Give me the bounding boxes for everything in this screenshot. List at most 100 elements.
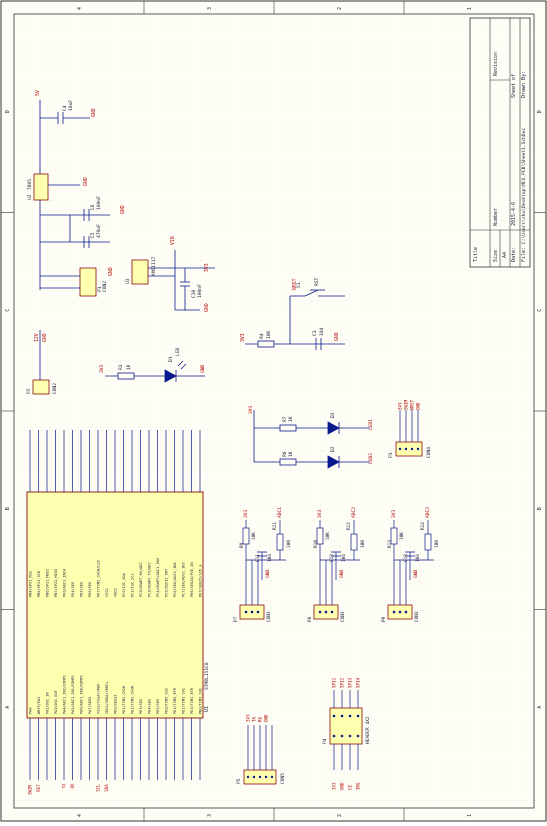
- series-designator: R12: [346, 522, 352, 530]
- mcu-bottom-pin-label: PD1/TIM3_ETR: [173, 687, 177, 714]
- c5-value: 470uF: [96, 224, 102, 238]
- p5-pin: [252, 775, 256, 779]
- p4-top-net-label: SPI4: [356, 677, 361, 688]
- r8-value: 1K: [288, 451, 294, 457]
- d1-designator: D1: [168, 356, 174, 362]
- series-resistor: [276, 533, 284, 551]
- revision-label: Revision: [493, 52, 499, 76]
- p5-pin: [258, 775, 262, 779]
- d3-designator: D3: [330, 412, 336, 418]
- p4-bottom-net-label: IRQ: [356, 782, 361, 790]
- cap-value: 104: [341, 554, 347, 562]
- p4-pin: [356, 734, 360, 738]
- zone-bottom-3: 3: [207, 814, 213, 817]
- p5-net-label: GND: [264, 714, 269, 722]
- sensor-vcc-net: 3V3: [391, 509, 397, 518]
- pullup-designator: R9: [239, 542, 245, 548]
- mcu-bottom-pin-label: PA0: [29, 708, 33, 715]
- net-rst-top: NRST: [292, 278, 298, 290]
- connector-pin: [250, 610, 254, 614]
- connector-designator: P9: [381, 616, 387, 622]
- mcu-bottom-pin-label: PD2/TIM1_CH1: [182, 688, 186, 714]
- d1-label: LED: [175, 347, 181, 356]
- mcu-top-pin-label: PC0/I2C_SDA: [122, 572, 126, 597]
- d2-designator: D2: [330, 446, 336, 452]
- cap-designator: C12: [329, 554, 335, 562]
- zone-left-D: D: [5, 110, 11, 113]
- c1-value: 104: [319, 327, 325, 336]
- connector-part: CON3: [266, 611, 272, 622]
- connector-pin: [256, 610, 260, 614]
- zone-bottom-2: 2: [337, 814, 343, 817]
- u2-designator: U2: [27, 194, 33, 200]
- p4-pin: [356, 714, 360, 718]
- r4-designator: R4: [259, 333, 265, 339]
- mcu-top-pin-label: PD7/TIM1_CH1N/LCD: [97, 560, 101, 597]
- net-gnd-c4: GND: [91, 108, 97, 117]
- mcu-bottom-pin-label: PD0/TIM3_CH2: [165, 688, 169, 714]
- zone-right-D: D: [537, 110, 543, 113]
- mcu-bottom-pin-label: NRST/PA1: [37, 697, 41, 714]
- p4-pin: [348, 714, 352, 718]
- c10-designator: C10: [191, 289, 197, 298]
- pullup-designator: R10: [313, 540, 319, 548]
- mcu-bottom-pin-label: PD3/TIM1_ETR: [190, 687, 194, 714]
- mcu-top-pin-label: PE6/SEG24/PVD_IN: [190, 562, 194, 597]
- p5-pin: [270, 775, 274, 779]
- sensor-vcc-net: 3V3: [243, 509, 249, 518]
- mcu-top-pin-label: PB6/SPI1_MOSI: [46, 569, 50, 597]
- mcu-bottom-net: SWIM: [28, 785, 33, 795]
- connector-pin: [404, 610, 408, 614]
- zone-left-C: C: [5, 309, 11, 312]
- pullup-resistor: [242, 527, 250, 545]
- connector-pin: [318, 610, 322, 614]
- schematic-sheet: 4 4 3 3 2 2 1 1 D D C C B B A A Title Size A4 Number Re…: [0, 0, 547, 822]
- connector-pin: [324, 610, 328, 614]
- p4-part: HEADER 4X2: [365, 716, 371, 744]
- sensor-vcc-net: 3V3: [317, 509, 323, 518]
- c4-value: 10uF: [68, 100, 74, 111]
- connector-pin: [244, 610, 248, 614]
- net-gnd-c10: GND: [204, 303, 210, 312]
- p4-pin: [348, 734, 352, 738]
- r4-value: 10K: [266, 330, 272, 339]
- mcu-bottom-pin-label: PA5/ADC1_IN1/COMP1: [71, 675, 75, 714]
- c4-designator: C4: [62, 105, 68, 111]
- zone-left-B: B: [5, 507, 11, 510]
- file-label: File:: [521, 247, 527, 262]
- mcu-part: STM8L151C8: [204, 662, 210, 690]
- net-gnd-p2: GND: [42, 333, 48, 342]
- c1-designator: C1: [312, 330, 318, 336]
- mcu-bottom-pin-label: PB0/TIM2_CH1: [199, 688, 203, 714]
- mcu-top-pin-label: PC3/USART_TX/ADC: [148, 562, 152, 597]
- p3-part: CON4: [426, 447, 432, 458]
- p3-net-label: NRST: [410, 399, 415, 410]
- net-vin: VIN: [170, 236, 176, 245]
- connector-part: CON3: [340, 611, 346, 622]
- size-label: Size: [493, 250, 499, 262]
- series-resistor: [424, 533, 432, 551]
- net-3v3-reset: 3V3: [240, 333, 246, 342]
- c6-value: 100nF: [96, 196, 102, 210]
- connector-designator: P7: [233, 616, 239, 622]
- series-designator: R11: [272, 522, 278, 530]
- sensor-gnd-net: GND: [413, 569, 419, 578]
- p4-top-net-label: SPI1: [332, 677, 337, 688]
- c5-designator: C5: [90, 232, 96, 238]
- series-designator: R14: [420, 522, 426, 530]
- p3-net-label: 3V3: [398, 402, 403, 410]
- zone-right-C: C: [537, 309, 543, 312]
- mcu-bottom-net: TX: [62, 783, 67, 788]
- mcu-top-pin-label: PD5/SEG: [80, 582, 84, 597]
- file-value: C:\Users\zhu\Desktop\MCU_PCB\Sheet1.SchD…: [521, 128, 527, 244]
- sensor-adc-net: ADC1: [277, 507, 283, 518]
- p3-net-label: SWIM: [404, 399, 409, 410]
- p3-net-label: GND: [416, 402, 421, 410]
- cap-value: 104: [267, 554, 273, 562]
- zone-bottom-1: 1: [467, 814, 473, 817]
- mcu-bottom-net: RST: [36, 784, 41, 792]
- zone-top-3: 3: [207, 7, 213, 10]
- mcu-bottom-pin-label: PE0/SEG23: [114, 695, 118, 714]
- connector-pin: [330, 610, 334, 614]
- p4-designator: P4: [322, 738, 328, 744]
